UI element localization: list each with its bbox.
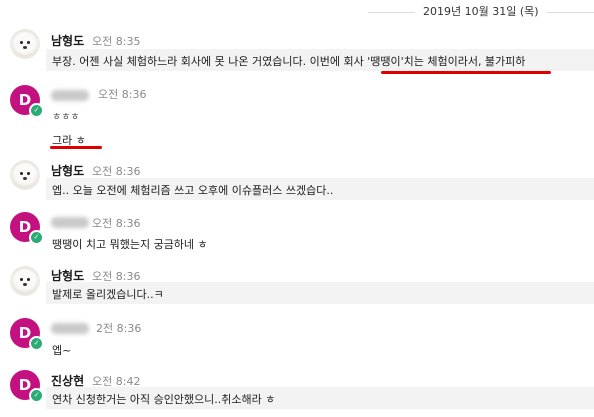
sender-name-blurred [51, 217, 89, 228]
avatar[interactable] [10, 160, 40, 190]
dog-eye-icon [27, 41, 30, 44]
status-badge: ✓ [29, 388, 44, 403]
dog-nose-icon [23, 283, 27, 286]
message-item[interactable]: 남형도 오전 8:36 엡.. 오늘 오전에 체험리즘 쓰고 오후에 이슈플러스… [0, 156, 594, 206]
message-text: ㅎㅎㅎ [52, 112, 80, 123]
dog-nose-icon [23, 46, 27, 49]
message-time[interactable]: 오전 8:36 [92, 163, 140, 179]
message-time[interactable]: 2전 8:36 [96, 320, 141, 336]
sender-name[interactable]: 남형도 [51, 32, 84, 49]
date-divider-label[interactable]: 2019년 10월 31일 (목) [415, 3, 547, 19]
message-time[interactable]: 오전 8:36 [92, 215, 140, 231]
dog-face-icon [12, 32, 38, 57]
sender-name-blurred [51, 323, 89, 334]
avatar[interactable] [10, 266, 40, 296]
date-divider: 2019년 10월 31일 (목) [0, 0, 594, 24]
message-text: 엡~ [52, 344, 72, 357]
message-text: 발제로 올리겠습니다..ㅋ [52, 288, 164, 301]
dog-eye-icon [20, 41, 23, 44]
message-time[interactable]: 오전 8:36 [98, 86, 146, 102]
dog-nose-icon [23, 177, 27, 180]
sender-name-blurred [51, 90, 89, 101]
message-item[interactable]: D ✓ 진상현 오전 8:42 연차 신청한거는 아직 승인안했으니..취소해라… [0, 366, 594, 417]
message-item[interactable]: 그라 ㅎ [0, 124, 594, 154]
dog-eye-icon [27, 172, 30, 175]
message-time[interactable]: 오전 8:35 [92, 33, 140, 49]
message-text: 연차 신청한거는 아직 승인안했으니..취소해라 ㅎ [52, 393, 276, 406]
dog-eye-icon [20, 172, 23, 175]
avatar[interactable] [10, 29, 40, 59]
message-text: 엡.. 오늘 오전에 체험리즘 쓰고 오후에 이슈플러스 쓰겠습다.. [52, 184, 334, 197]
message-item[interactable]: D ✓ 오전 8:36 땡땡이 치고 뭐했는지 궁금하네 ㅎ [0, 208, 594, 258]
dog-eye-icon [20, 278, 23, 281]
status-badge: ✓ [29, 336, 44, 351]
status-badge: ✓ [29, 103, 44, 118]
status-badge: ✓ [29, 230, 44, 245]
message-item[interactable]: D ✓ 오전 8:36 ㅎㅎㅎ [0, 80, 594, 123]
dog-eye-icon [27, 278, 30, 281]
message-item[interactable]: 남형도 오전 8:35 부장. 어젠 사실 체험하느라 회사에 못 나온 거였습… [0, 24, 594, 76]
dog-face-icon [12, 269, 38, 294]
red-underline [381, 71, 551, 74]
dog-face-icon [12, 163, 38, 188]
message-item[interactable]: D ✓ 2전 8:36 엡~ [0, 314, 594, 362]
message-text: 부장. 어젠 사실 체험하느라 회사에 못 나온 거였습니다. 이번에 회사 '… [52, 55, 526, 68]
message-item[interactable]: 남형도 오전 8:36 발제로 올리겠습니다..ㅋ [0, 262, 594, 312]
red-underline [50, 146, 102, 149]
sender-name[interactable]: 남형도 [51, 162, 84, 179]
message-text: 땡땡이 치고 뭐했는지 궁금하네 ㅎ [52, 238, 208, 251]
